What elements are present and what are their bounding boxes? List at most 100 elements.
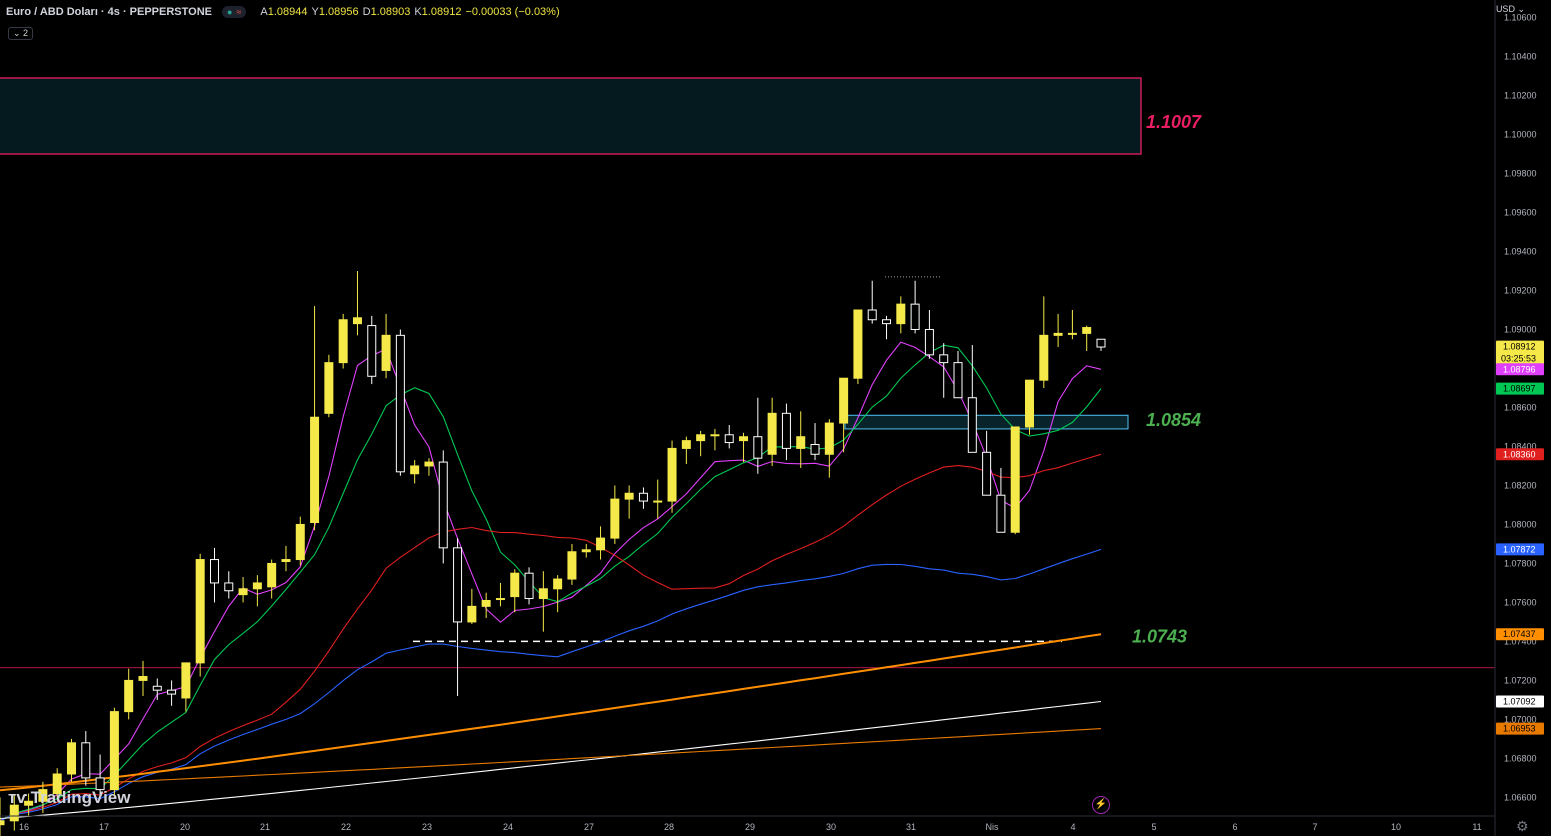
candle-body bbox=[610, 498, 620, 539]
candle bbox=[1082, 325, 1092, 351]
candle bbox=[953, 350, 963, 399]
candle bbox=[824, 419, 834, 478]
candle bbox=[882, 315, 892, 340]
candle-body bbox=[853, 309, 863, 379]
candle-body bbox=[352, 317, 362, 325]
candle bbox=[352, 271, 362, 336]
candle-body bbox=[567, 551, 577, 580]
price-badge-label: 1.07092 bbox=[1503, 696, 1536, 706]
market-open-icon: ● bbox=[227, 7, 233, 17]
price-tick: 1.10400 bbox=[1504, 52, 1537, 62]
lightning-icon[interactable]: ⚡ bbox=[1092, 796, 1110, 814]
time-tick: 10 bbox=[1391, 822, 1401, 832]
candle-body bbox=[910, 303, 920, 330]
candle bbox=[1053, 313, 1063, 348]
candle-body bbox=[753, 436, 763, 459]
candle-body bbox=[724, 434, 734, 444]
currency-select[interactable]: USD ⌄ bbox=[1496, 4, 1525, 15]
candle bbox=[781, 403, 791, 461]
indicator-toggle[interactable]: ⌄ 2 bbox=[8, 27, 34, 40]
candle-body bbox=[510, 572, 520, 598]
candle bbox=[653, 479, 663, 519]
candle-body bbox=[481, 599, 491, 607]
candle-body bbox=[982, 451, 992, 496]
candle bbox=[152, 678, 162, 700]
candle-body bbox=[667, 447, 677, 502]
candle bbox=[324, 354, 334, 418]
candle bbox=[267, 559, 277, 599]
moving-average-line bbox=[0, 341, 1102, 822]
candle-body bbox=[581, 549, 591, 553]
candle-body bbox=[238, 588, 248, 596]
candle bbox=[424, 458, 434, 476]
currency-label: USD bbox=[1495, 4, 1515, 14]
candle-body bbox=[953, 362, 963, 399]
price-badge-label: 1.08697 bbox=[1503, 384, 1536, 394]
candle bbox=[1096, 338, 1106, 351]
candle bbox=[138, 660, 148, 697]
ohlc-item: −0.00033 (−0.03%) bbox=[465, 6, 560, 18]
price-axis[interactable]: 1.106001.104001.102001.100001.098001.096… bbox=[1494, 0, 1551, 836]
price-tick: 1.07800 bbox=[1504, 558, 1537, 568]
candle bbox=[767, 397, 777, 466]
candle-body bbox=[767, 412, 777, 455]
moving-average-line bbox=[0, 633, 1102, 792]
candle bbox=[581, 543, 591, 558]
price-tick: 1.08200 bbox=[1504, 480, 1537, 490]
price-tick: 1.10000 bbox=[1504, 130, 1537, 140]
candle-body bbox=[124, 679, 134, 713]
candle bbox=[524, 567, 534, 605]
candle bbox=[681, 436, 691, 465]
candle-body bbox=[739, 436, 749, 442]
candle bbox=[610, 485, 620, 544]
candle bbox=[495, 582, 505, 607]
candle-body bbox=[810, 444, 820, 455]
candle-body bbox=[395, 334, 405, 473]
candle bbox=[624, 485, 634, 519]
wave-icon: ≈ bbox=[236, 7, 242, 17]
price-tick: 1.07200 bbox=[1504, 675, 1537, 685]
price-chart[interactable]: 1.10071.08541.0743 1.106001.104001.10200… bbox=[0, 0, 1551, 836]
price-tick: 1.06600 bbox=[1504, 792, 1537, 802]
symbol-title[interactable]: Euro / ABD Doları · 4s · PEPPERSTONE bbox=[6, 6, 212, 18]
level-label: 1.0743 bbox=[1132, 627, 1187, 647]
ohlc-values: A1.08944 Y1.08956 D1.08903 K1.08912 −0.00033… bbox=[256, 6, 559, 18]
candle bbox=[395, 329, 405, 476]
time-tick: 17 bbox=[99, 822, 109, 832]
candle-body bbox=[596, 537, 606, 551]
candle-body bbox=[295, 523, 305, 561]
candle-body bbox=[1096, 338, 1106, 348]
candle bbox=[696, 430, 706, 457]
candle-body bbox=[152, 685, 162, 691]
candle-body bbox=[324, 362, 334, 414]
candle bbox=[939, 343, 949, 398]
time-tick: 22 bbox=[341, 822, 351, 832]
candle bbox=[367, 315, 377, 385]
candle-body bbox=[367, 325, 377, 377]
candle-body bbox=[66, 742, 76, 775]
candle bbox=[1010, 426, 1020, 535]
candle bbox=[753, 397, 763, 474]
price-badge-label: 1.08912 bbox=[1503, 342, 1536, 352]
candle-body bbox=[696, 434, 706, 442]
zones bbox=[0, 77, 1495, 669]
candle bbox=[924, 309, 934, 359]
candle bbox=[195, 553, 205, 677]
time-tick: 30 bbox=[826, 822, 836, 832]
tradingview-logo: ᴛⱱ TradingView bbox=[8, 788, 130, 808]
candle-body bbox=[781, 412, 791, 449]
settings-icon[interactable]: ⚙ bbox=[1516, 818, 1529, 835]
candle-body bbox=[267, 562, 277, 588]
price-tick: 1.10200 bbox=[1504, 91, 1537, 101]
candle-body bbox=[1025, 379, 1035, 428]
candle-body bbox=[438, 461, 448, 549]
candle-body bbox=[882, 319, 892, 325]
candle-body bbox=[1067, 332, 1077, 335]
price-tick: 1.09400 bbox=[1504, 247, 1537, 257]
candle bbox=[81, 731, 91, 786]
time-axis[interactable]: 16 17 20 21 22 23 24 27 28 29 30 31 Nis 4 5 6 7 10 11 bbox=[0, 815, 1495, 832]
status-pill[interactable]: ● ≈ bbox=[222, 6, 247, 18]
time-tick: 21 bbox=[260, 822, 270, 832]
candle-body bbox=[1082, 327, 1092, 334]
candle bbox=[109, 707, 119, 798]
